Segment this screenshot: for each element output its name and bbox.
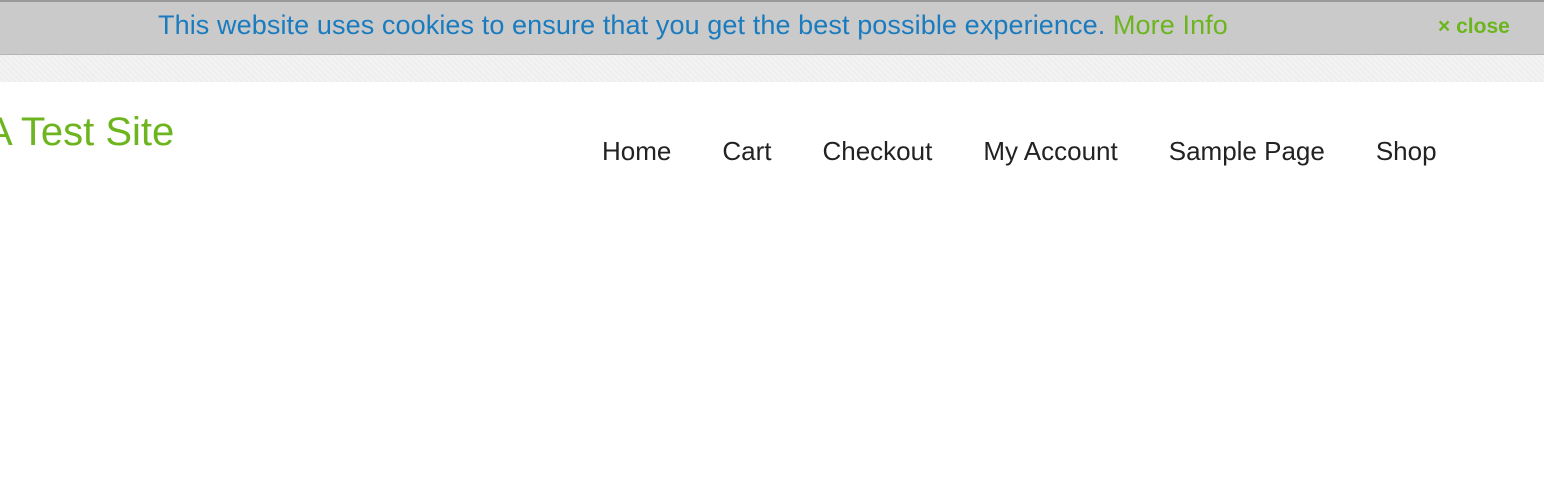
cookie-banner: This website uses cookies to ensure that… bbox=[0, 0, 1544, 55]
cookie-message-text: This website uses cookies to ensure that… bbox=[158, 10, 1106, 40]
close-label: close bbox=[1456, 15, 1510, 38]
main-nav: Home Cart Checkout My Account Sample Pag… bbox=[602, 136, 1488, 167]
site-title[interactable]: A Test Site bbox=[0, 110, 174, 155]
cookie-message: This website uses cookies to ensure that… bbox=[158, 10, 1228, 41]
header-texture-strip bbox=[0, 55, 1544, 82]
nav-item-my-account[interactable]: My Account bbox=[983, 136, 1117, 167]
nav-item-sample-page[interactable]: Sample Page bbox=[1169, 136, 1325, 167]
nav-item-checkout[interactable]: Checkout bbox=[822, 136, 932, 167]
close-icon: × bbox=[1438, 15, 1451, 38]
nav-item-home[interactable]: Home bbox=[602, 136, 671, 167]
cookie-close-button[interactable]: × close bbox=[1438, 15, 1510, 39]
nav-item-shop[interactable]: Shop bbox=[1376, 136, 1437, 167]
more-info-link[interactable]: More Info bbox=[1113, 10, 1228, 40]
nav-item-cart[interactable]: Cart bbox=[722, 136, 771, 167]
